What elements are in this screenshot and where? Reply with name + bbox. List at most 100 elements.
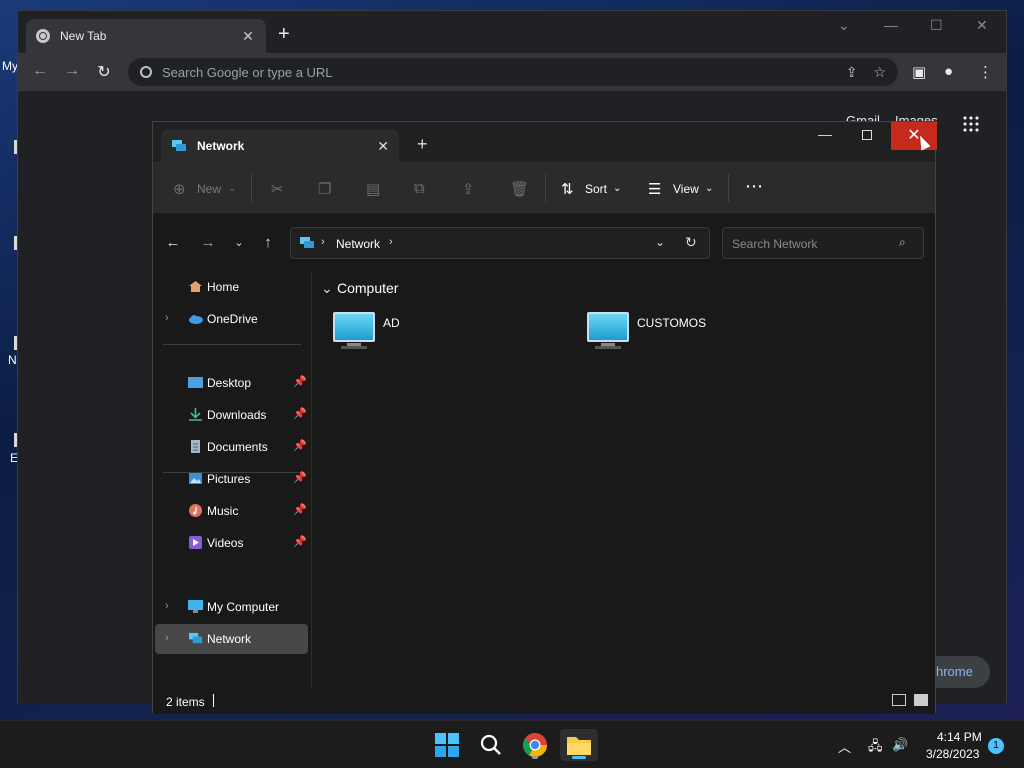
tiles-view-icon[interactable] xyxy=(914,694,928,706)
item-label: AD xyxy=(383,316,400,330)
nav-item-documents[interactable]: Documents 📌 xyxy=(155,432,308,462)
nav-label: Network xyxy=(207,632,252,646)
close-icon[interactable]: ✕ xyxy=(377,138,389,155)
nav-label: My Computer xyxy=(207,600,280,614)
nav-item-desktop[interactable]: Desktop 📌 xyxy=(155,368,308,398)
google-apps-grid-icon[interactable] xyxy=(962,115,980,133)
computer-icon xyxy=(587,312,629,342)
start-button[interactable] xyxy=(431,729,463,761)
expand-chevron-icon[interactable]: › xyxy=(165,600,169,612)
expand-chevron-icon[interactable]: › xyxy=(165,632,169,644)
address-bar[interactable]: › Network › ⌄ ↻ xyxy=(290,227,710,259)
chrome-taskbar-button[interactable] xyxy=(519,729,551,761)
new-tab-plus-icon[interactable]: + xyxy=(278,24,290,44)
copy-icon[interactable]: ❐ xyxy=(318,180,331,198)
side-panel-icon[interactable]: ▣ xyxy=(912,63,926,81)
maximize-icon[interactable]: ☐ xyxy=(930,17,943,34)
customize-chrome-label: hrome xyxy=(936,664,973,679)
search-input[interactable]: Search Network ⌕ xyxy=(722,227,924,259)
close-icon[interactable]: ✕ xyxy=(240,28,256,45)
breadcrumb-chevron-icon[interactable]: › xyxy=(321,236,325,248)
new-button-label[interactable]: New xyxy=(197,182,221,196)
close-window-icon[interactable]: ✕ xyxy=(976,17,988,34)
paste-icon[interactable]: ▤ xyxy=(366,180,380,198)
nav-item-pictures[interactable]: Pictures 📌 xyxy=(155,464,308,494)
back-arrow-icon[interactable]: ← xyxy=(30,62,50,80)
show-hidden-icons-chevron-icon[interactable]: ︿ xyxy=(838,737,851,756)
sort-icon[interactable]: ⇅ xyxy=(561,180,574,198)
new-plus-icon[interactable]: ⊕ xyxy=(173,180,186,198)
recent-locations-chevron-icon[interactable]: ⌄ xyxy=(229,236,249,249)
windows-logo-icon xyxy=(435,733,459,757)
forward-arrow-icon[interactable]: → xyxy=(198,234,218,251)
details-view-icon[interactable] xyxy=(892,694,906,706)
minimize-icon[interactable]: — xyxy=(884,17,898,33)
notification-badge[interactable]: 1 xyxy=(988,738,1004,754)
nav-item-onedrive[interactable]: › OneDrive xyxy=(155,304,308,334)
file-explorer-taskbar-button[interactable] xyxy=(560,729,598,761)
refresh-icon[interactable]: ↻ xyxy=(685,234,697,251)
star-bookmark-icon[interactable]: ☆ xyxy=(873,64,886,81)
omnibox[interactable]: Search Google or type a URL ⇪ ☆ xyxy=(128,58,898,86)
share-icon[interactable]: ⇪ xyxy=(462,180,475,198)
tab-search-chevron-icon[interactable]: ⌄ xyxy=(838,17,850,34)
breadcrumb-network[interactable]: Network xyxy=(336,237,380,251)
pin-icon[interactable]: 📌 xyxy=(293,535,307,548)
search-button[interactable] xyxy=(475,729,507,761)
nav-item-network[interactable]: › Network xyxy=(155,624,308,654)
address-dropdown-chevron-icon[interactable]: ⌄ xyxy=(655,235,665,249)
running-indicator xyxy=(532,756,538,759)
more-options-icon[interactable]: ⋯ xyxy=(745,176,763,197)
delete-trash-icon[interactable]: 🗑 xyxy=(510,180,529,198)
up-arrow-icon[interactable]: ↑ xyxy=(258,234,278,251)
forward-arrow-icon[interactable]: → xyxy=(62,62,82,80)
pin-icon[interactable]: 📌 xyxy=(293,503,307,516)
explorer-tab-title: Network xyxy=(197,139,245,153)
network-tray-icon[interactable]: 🖧 xyxy=(868,737,883,759)
reload-icon[interactable]: ↻ xyxy=(94,62,114,82)
minimize-icon[interactable]: — xyxy=(815,126,835,142)
nav-item-my-computer[interactable]: › My Computer xyxy=(155,592,308,622)
desktop-icon-label[interactable]: My xyxy=(2,59,18,73)
group-header-label: Computer xyxy=(337,280,399,296)
computer-icon xyxy=(333,312,375,342)
view-icon[interactable]: ☰ xyxy=(648,180,661,198)
omnibox-placeholder: Search Google or type a URL xyxy=(162,64,333,80)
chrome-tab-new-tab[interactable]: New Tab ✕ xyxy=(26,19,266,53)
pin-icon[interactable]: 📌 xyxy=(293,471,307,484)
pane-splitter[interactable] xyxy=(311,272,312,687)
chrome-tab-title: New Tab xyxy=(60,29,107,43)
cut-icon[interactable]: ✂ xyxy=(271,180,284,198)
pin-icon[interactable]: 📌 xyxy=(293,407,307,420)
command-bar: ⊕ New ⌄ ✂ ❐ ▤ ⧉ ⇪ 🗑 ⇅ Sort ⌄ ☰ View ⌄ ⋯ xyxy=(153,162,935,214)
nav-item-videos[interactable]: Videos 📌 xyxy=(155,528,308,558)
pin-icon[interactable]: 📌 xyxy=(293,375,307,388)
nav-divider xyxy=(163,344,301,345)
clock-date[interactable]: 3/28/2023 xyxy=(926,747,979,761)
nav-item-home[interactable]: Home xyxy=(155,272,308,302)
network-computer-ad[interactable]: AD xyxy=(333,310,533,354)
desktop-icon-label[interactable]: N xyxy=(8,353,17,367)
back-arrow-icon[interactable]: ← xyxy=(163,234,183,251)
expand-chevron-icon[interactable]: › xyxy=(165,312,169,324)
collapse-chevron-icon[interactable]: ⌄ xyxy=(321,280,333,297)
chrome-favicon-icon xyxy=(36,29,50,43)
network-computer-customos[interactable]: CUSTOMOS xyxy=(587,310,787,354)
sort-button-label[interactable]: Sort xyxy=(585,182,607,196)
group-header-computer[interactable]: ⌄ Computer xyxy=(321,280,398,297)
nav-item-music[interactable]: Music 📌 xyxy=(155,496,308,526)
breadcrumb-chevron-icon[interactable]: › xyxy=(389,236,393,248)
maximize-icon[interactable] xyxy=(862,130,872,140)
explorer-tab-network[interactable]: Network ✕ xyxy=(161,130,399,162)
new-tab-plus-icon[interactable]: + xyxy=(417,134,428,155)
chrome-menu-kebab-icon[interactable]: ⋮ xyxy=(978,63,993,81)
view-button-label[interactable]: View xyxy=(673,182,699,196)
nav-item-downloads[interactable]: Downloads 📌 xyxy=(155,400,308,430)
volume-icon[interactable]: 🔊 xyxy=(892,737,908,753)
pin-icon[interactable]: 📌 xyxy=(293,439,307,452)
rename-icon[interactable]: ⧉ xyxy=(414,180,425,197)
desktop-folder-icon xyxy=(188,377,203,388)
share-icon[interactable]: ⇪ xyxy=(846,64,858,81)
profile-avatar-icon[interactable]: ● xyxy=(944,63,953,80)
clock-time[interactable]: 4:14 PM xyxy=(937,730,982,744)
